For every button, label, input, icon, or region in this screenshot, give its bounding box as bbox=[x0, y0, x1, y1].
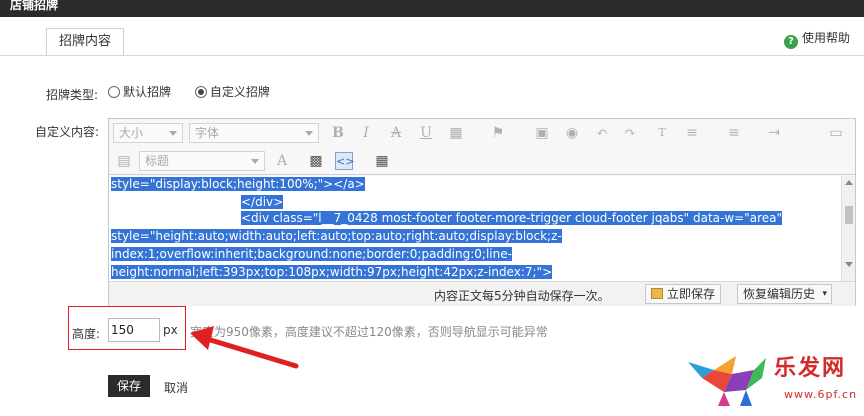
watermark-brand: 乐发网 bbox=[774, 355, 847, 381]
bull-logo-icon bbox=[688, 356, 766, 406]
watermark-url: www.6pf.cn bbox=[784, 388, 858, 401]
cancel-link[interactable]: 取消 bbox=[164, 379, 188, 396]
save-button[interactable]: 保存 bbox=[108, 375, 150, 397]
watermark-logo: 乐发网 www.6pf.cn bbox=[680, 348, 858, 408]
